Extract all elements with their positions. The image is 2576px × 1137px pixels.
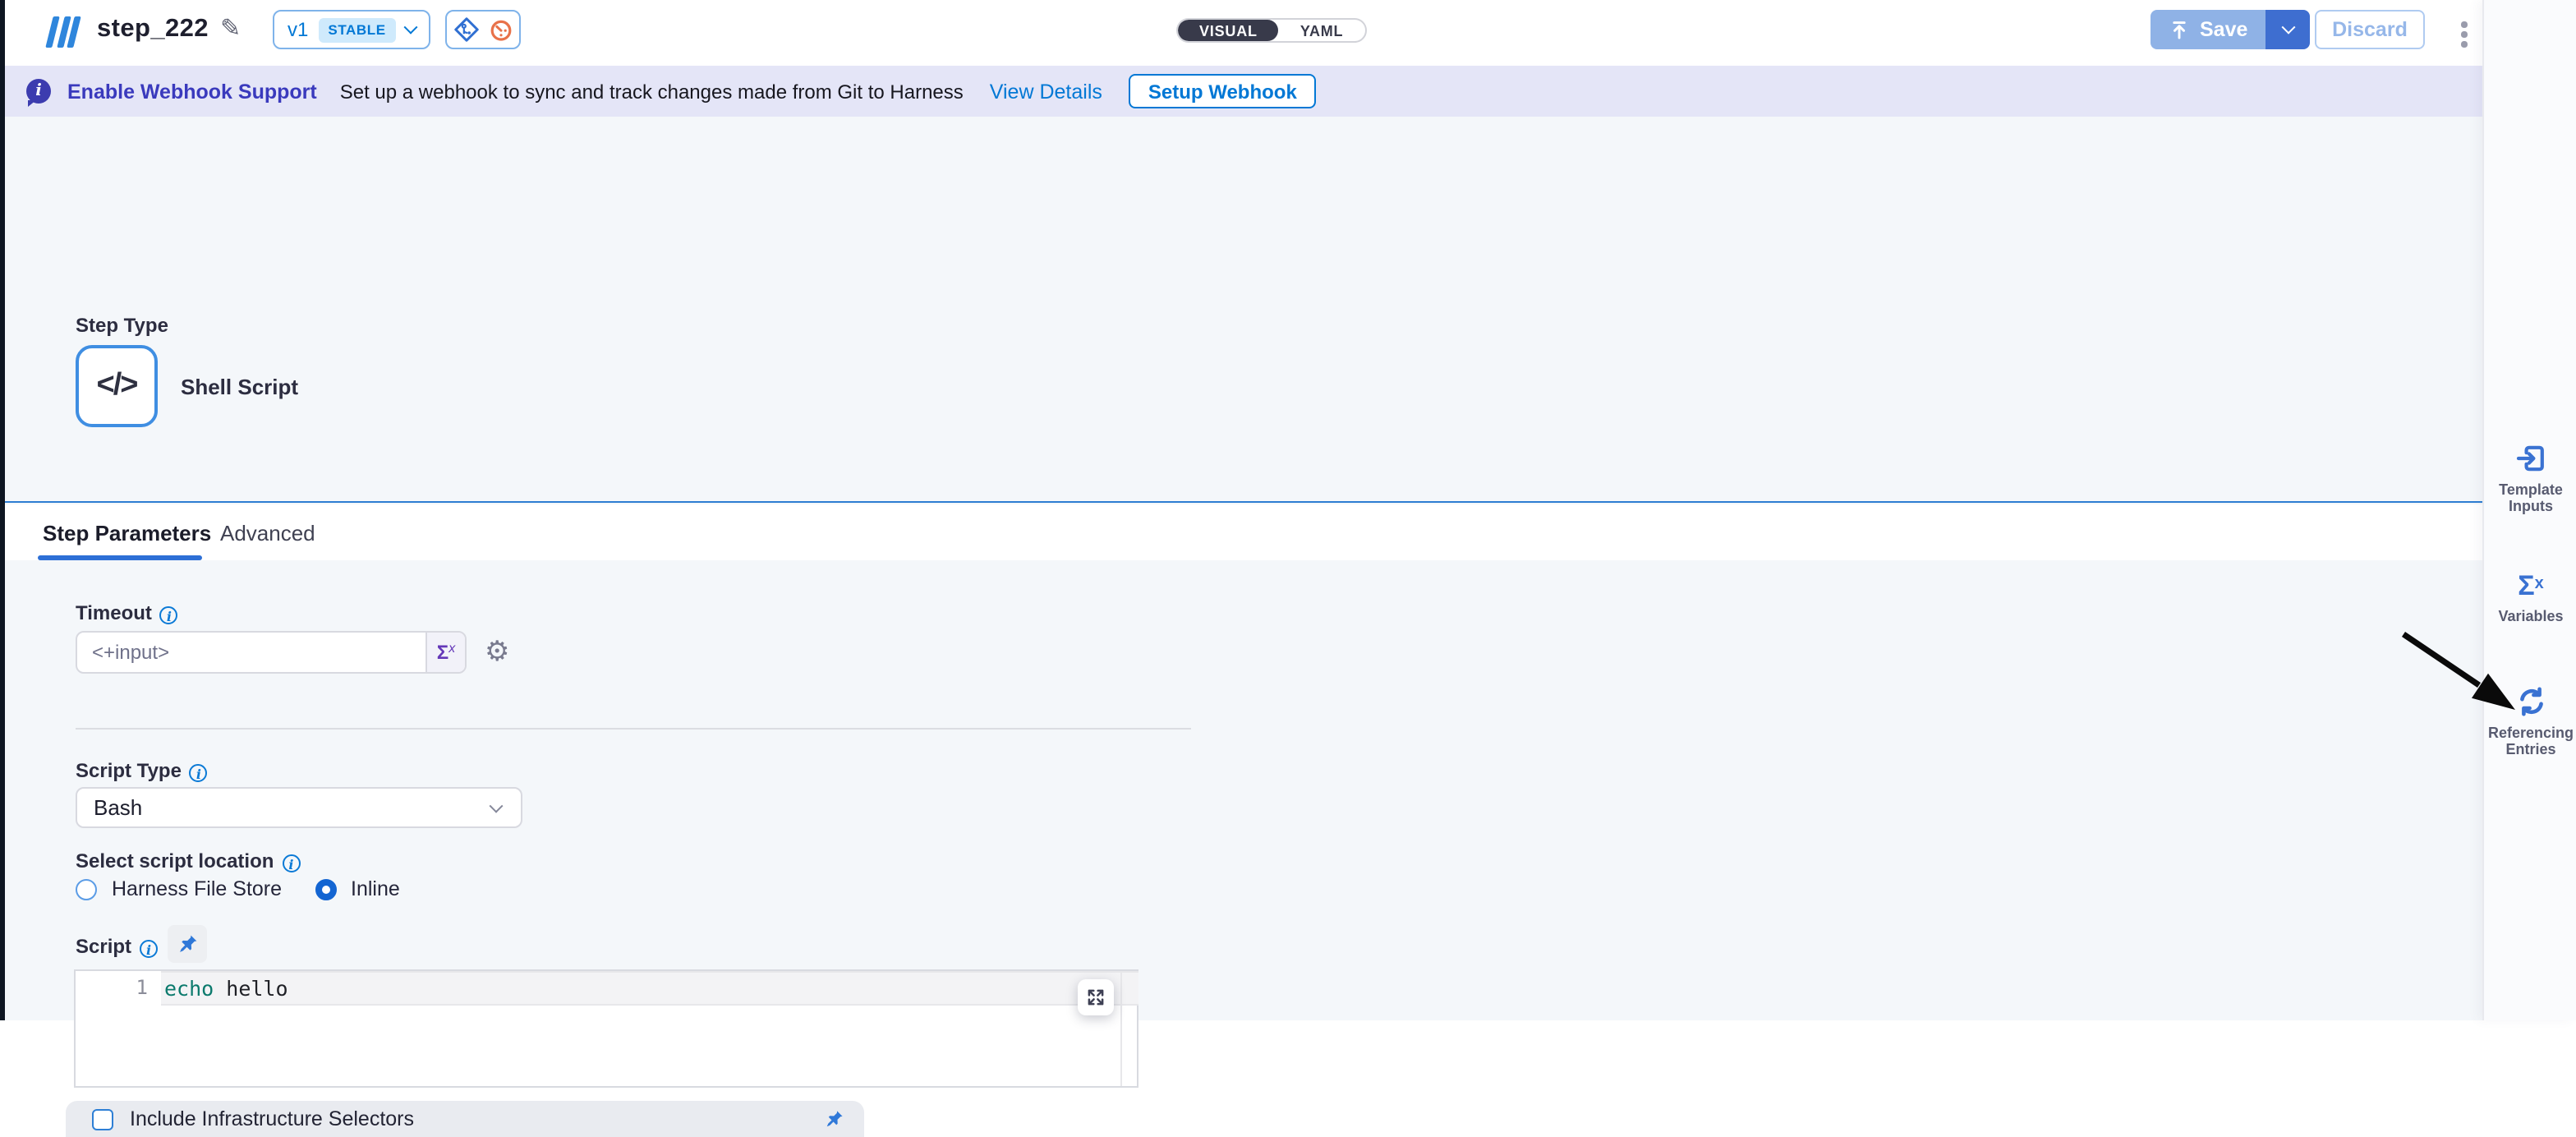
editor-scrollbar-rule: [1120, 971, 1122, 1086]
chevron-down-icon: [490, 799, 504, 812]
rail-item-referencing-entries[interactable]: Referencing Entries: [2484, 685, 2576, 757]
toggle-visual[interactable]: VISUAL: [1178, 20, 1279, 41]
setup-webhook-button[interactable]: Setup Webhook: [1129, 74, 1317, 108]
timeout-label: Timeouti: [76, 601, 178, 624]
script-label: Scripti: [76, 935, 158, 958]
include-infra-checkbox[interactable]: [92, 1108, 113, 1130]
harness-logo-icon: [49, 16, 76, 48]
rail-label: Variables: [2485, 610, 2576, 625]
save-options-button[interactable]: [2266, 10, 2310, 49]
expand-editor-button[interactable]: [1078, 979, 1114, 1015]
upload-icon: [2169, 19, 2190, 40]
app-window: step_222 ✎ v1 STABLE VISUAL YAML: [0, 0, 2576, 1020]
step-type-value: Shell Script: [181, 375, 298, 399]
code-keyword: echo: [164, 976, 214, 1001]
page-header: step_222 ✎ v1 STABLE VISUAL YAML: [5, 0, 2482, 66]
timer-icon[interactable]: [487, 16, 513, 43]
runtime-settings-gear-icon[interactable]: ⚙: [485, 633, 510, 672]
toggle-yaml[interactable]: YAML: [1279, 20, 1365, 41]
info-icon[interactable]: i: [282, 854, 300, 872]
save-label: Save: [2200, 18, 2247, 41]
right-rail: Template Inputs Σx Variables Referencing…: [2482, 0, 2576, 1020]
script-location-label: Select script locationi: [76, 849, 300, 872]
version-dropdown[interactable]: v1 STABLE: [273, 10, 430, 49]
banner-message: Set up a webhook to sync and track chang…: [340, 80, 964, 103]
step-type-label: Step Type: [76, 314, 168, 337]
fullscreen-icon: [1086, 987, 1106, 1007]
version-stable-badge: STABLE: [318, 17, 395, 42]
shell-script-icon: </>: [97, 368, 137, 404]
pin-script-button[interactable]: [168, 925, 207, 963]
edit-name-icon[interactable]: ✎: [220, 13, 241, 43]
step-config-panel: Step Type </> Shell Script Step Paramete…: [5, 117, 2482, 1020]
git-sync-icon[interactable]: [453, 16, 479, 43]
info-icon[interactable]: i: [160, 606, 178, 624]
script-type-value: Bash: [77, 795, 491, 820]
timeout-input[interactable]: [77, 633, 426, 672]
current-line-highlight: [161, 971, 1138, 1005]
info-icon[interactable]: i: [190, 764, 208, 782]
rail-label: Referencing Entries: [2485, 726, 2576, 757]
script-type-label: Script Typei: [76, 759, 208, 782]
code-argument: hello: [214, 976, 288, 1001]
expression-toggle-button[interactable]: Σx: [426, 633, 465, 672]
referencing-entries-icon: [2514, 685, 2547, 718]
template-inputs-icon: [2514, 442, 2547, 475]
tab-advanced[interactable]: Advanced: [220, 521, 315, 545]
chevron-down-icon: [403, 21, 417, 35]
version-label: v1: [288, 18, 308, 41]
radio-harness-file-store[interactable]: [76, 878, 97, 900]
sigma-glyph: Σ: [437, 641, 448, 664]
discard-button[interactable]: Discard: [2315, 10, 2425, 49]
line-number: 1: [76, 976, 148, 999]
webhook-banner: i Enable Webhook Support Set up a webhoo…: [5, 66, 2482, 117]
section-divider: [5, 501, 2482, 503]
variables-icon: Σx: [2518, 570, 2544, 601]
info-icon[interactable]: i: [140, 940, 158, 958]
rail-label: Template Inputs: [2485, 483, 2576, 514]
tab-bar: Step Parameters Advanced: [5, 504, 2482, 560]
pushpin-icon: [823, 1108, 844, 1130]
step-type-card: </>: [76, 345, 158, 427]
rail-item-template-inputs[interactable]: Template Inputs: [2484, 442, 2576, 514]
radio-inline[interactable]: [315, 878, 336, 900]
pushpin-icon: [176, 932, 199, 955]
view-details-link[interactable]: View Details: [990, 80, 1102, 103]
visual-yaml-toggle: VISUAL YAML: [1176, 18, 1366, 43]
code-line[interactable]: echo hello: [164, 976, 288, 1001]
save-split-button: Save: [2150, 10, 2310, 49]
include-infra-row: Include Infrastructure Selectors: [66, 1101, 864, 1137]
more-options-button[interactable]: [2458, 18, 2470, 50]
sigma-sub-glyph: x: [448, 640, 455, 655]
timeout-field-group: Σx: [76, 631, 467, 674]
git-sync-cache-group: [445, 10, 521, 49]
include-infra-label: Include Infrastructure Selectors: [130, 1107, 823, 1130]
banner-title: Enable Webhook Support: [67, 80, 317, 103]
radio-label-harness-file-store: Harness File Store: [112, 877, 282, 900]
form-divider: [76, 728, 1191, 730]
info-bubble-icon: i: [26, 79, 51, 104]
chevron-down-icon: [2281, 21, 2295, 35]
active-tab-underline: [38, 555, 202, 560]
radio-label-inline: Inline: [351, 877, 400, 900]
pin-infra-button[interactable]: [823, 1108, 844, 1130]
save-button[interactable]: Save: [2150, 10, 2266, 49]
tab-step-parameters[interactable]: Step Parameters: [43, 521, 211, 545]
script-code-editor[interactable]: 1 echo hello: [74, 969, 1138, 1088]
rail-item-variables[interactable]: Σx Variables: [2484, 570, 2576, 625]
script-location-radios: Harness File Store Inline: [76, 877, 400, 900]
page-title: step_222: [97, 15, 209, 44]
script-type-select[interactable]: Bash: [76, 787, 522, 828]
